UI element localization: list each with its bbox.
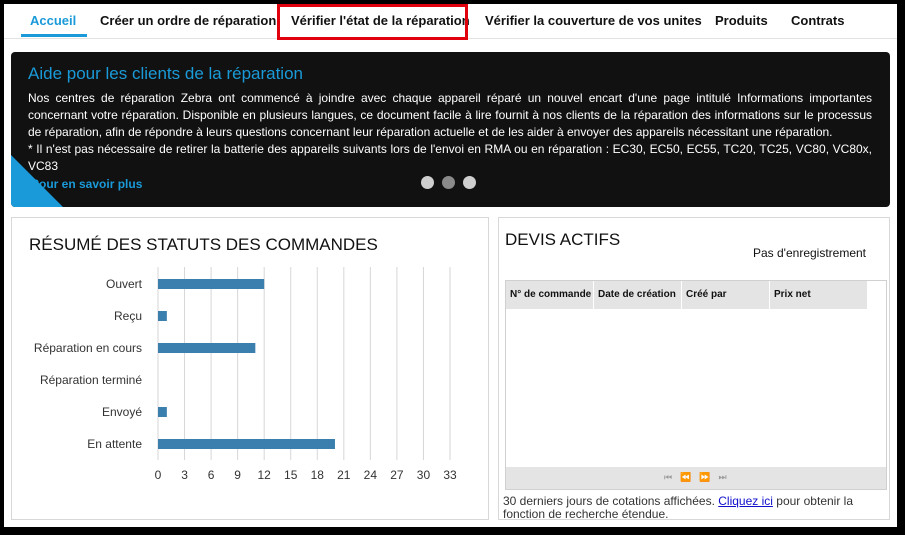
first-page-icon[interactable]: ⏮ [664, 472, 680, 482]
banner-note: * Il n'est pas nécessaire de retirer la … [28, 142, 872, 173]
quotes-grid-footer: ⏮⏪⏩⏭ [506, 467, 886, 489]
x-tick-label: 24 [364, 468, 378, 482]
carousel-dot-1[interactable] [421, 176, 434, 189]
pager: ⏮⏪⏩⏭ [664, 472, 735, 483]
footnote-text: 30 derniers jours de cotations affichées… [503, 494, 715, 508]
top-navigation: Accueil Créer un ordre de réparation Vér… [4, 4, 897, 40]
x-tick-label: 18 [311, 468, 325, 482]
quotes-footnote: 30 derniers jours de cotations affichées… [503, 495, 883, 521]
x-tick-label: 9 [234, 468, 241, 482]
category-label: Envoyé [102, 405, 142, 419]
nav-accueil[interactable]: Accueil [30, 13, 76, 28]
category-label: En attente [87, 437, 142, 451]
x-tick-label: 15 [284, 468, 298, 482]
prev-page-icon[interactable]: ⏪ [680, 472, 699, 482]
x-tick-label: 12 [258, 468, 272, 482]
next-page-icon[interactable]: ⏩ [699, 472, 718, 482]
nav-verifier-couverture[interactable]: Vérifier la couverture de vos unites [485, 13, 702, 28]
no-record-text: Pas d'enregistrement [753, 246, 867, 260]
bar [158, 343, 256, 353]
bar [158, 407, 167, 417]
column-header-creation-date[interactable]: Date de création [594, 281, 682, 309]
column-header-created-by[interactable]: Créé par [682, 281, 770, 309]
category-label: Ouvert [106, 277, 143, 291]
order-status-panel: RÉSUMÉ DES STATUTS DES COMMANDES 0 3 6 9 12 1… [11, 217, 489, 520]
banner-paragraph: Nos centres de réparation Zebra ont comm… [28, 91, 872, 139]
banner-title: Aide pour les clients de la réparation [28, 64, 303, 83]
category-label: Réparation terminé [40, 373, 142, 387]
bar [158, 311, 167, 321]
quotes-grid-header: N° de commande Date de création Créé par… [506, 281, 868, 309]
x-tick-label: 0 [155, 468, 162, 482]
x-tick-label: 21 [337, 468, 351, 482]
column-header-order-number[interactable]: N° de commande [506, 281, 594, 309]
highlight-annotation-box [277, 4, 468, 40]
learn-more-link[interactable]: Pour en savoir plus [31, 177, 142, 191]
page-frame: Accueil Créer un ordre de réparation Vér… [4, 4, 897, 527]
nav-active-underline [21, 34, 87, 37]
info-banner-carousel: Aide pour les clients de la réparation N… [11, 52, 890, 207]
x-tick-label: 3 [181, 468, 188, 482]
category-label: Reçu [114, 309, 142, 323]
quotes-grid: N° de commande Date de création Créé par… [505, 280, 887, 490]
last-page-icon[interactable]: ⏭ [719, 472, 735, 482]
nav-contrats[interactable]: Contrats [791, 13, 844, 28]
x-tick-label: 33 [443, 468, 457, 482]
column-header-net-price[interactable]: Prix net [770, 281, 868, 309]
order-status-chart: 0 3 6 9 12 15 18 21 24 27 30 33 Ouvert Reçu Réparation… [34, 267, 457, 482]
x-tick-label: 27 [390, 468, 404, 482]
x-tick-label: 30 [417, 468, 431, 482]
nav-creer-ordre[interactable]: Créer un ordre de réparation [100, 13, 276, 28]
carousel-dot-3[interactable] [463, 176, 476, 189]
active-quotes-panel: DEVIS ACTIFS Pas d'enregistrement N° de … [498, 217, 890, 521]
carousel-dots [421, 176, 484, 194]
banner-text: Nos centres de réparation Zebra ont comm… [28, 90, 872, 175]
carousel-dot-2[interactable] [442, 176, 455, 189]
active-quotes-title: DEVIS ACTIFS [505, 230, 621, 249]
extended-search-link[interactable]: Cliquez ici [718, 494, 773, 508]
bar [158, 439, 335, 449]
x-tick-label: 6 [208, 468, 215, 482]
bar [158, 279, 265, 289]
nav-produits[interactable]: Produits [715, 13, 768, 28]
category-label: Réparation en cours [34, 341, 142, 355]
